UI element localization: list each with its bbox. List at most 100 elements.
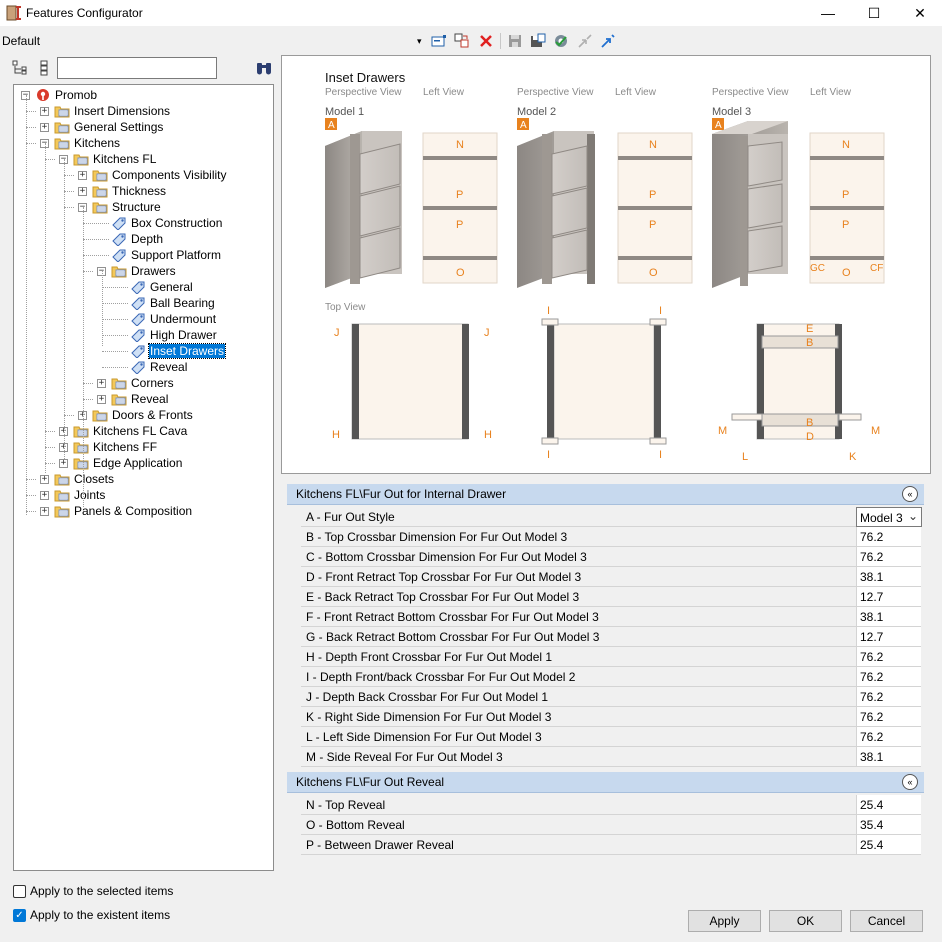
apply-selected-checkbox[interactable] [13,885,26,898]
expand-node-icon[interactable]: + [40,506,49,516]
apply-button[interactable]: Apply [688,910,761,932]
property-value[interactable]: 76.2 [856,527,921,546]
property-value[interactable]: 76.2 [856,727,921,746]
collapse-icon[interactable]: « [902,486,918,502]
transfer-icon[interactable] [452,31,472,51]
section-header[interactable]: Kitchens FL\Fur Out for Internal Drawer « [287,484,924,505]
expand-node-icon[interactable]: + [59,458,68,468]
property-value[interactable]: 38.1 [856,567,921,586]
find-icon[interactable] [255,60,273,79]
tree-item-joints[interactable]: + Joints [40,487,106,503]
maximize-button[interactable]: ☐ [851,0,897,26]
dim-p-1a: P [456,189,463,201]
expand-arrows-icon[interactable] [598,31,618,51]
expand-node-icon[interactable]: + [40,490,49,500]
new-icon[interactable] [429,31,449,51]
property-value[interactable]: 76.2 [856,707,921,726]
dim-j-right: J [484,327,490,339]
tree-item-drawers[interactable]: − Drawers [97,263,177,279]
tree-connector [26,95,27,515]
top-view-model-1: J J H H [332,323,492,441]
folder-icon [111,392,127,406]
tree-item-panels-composition[interactable]: + Panels & Composition [40,503,193,519]
tree-item-insert-dimensions[interactable]: + Insert Dimensions [40,103,171,119]
expand-node-icon[interactable]: + [40,106,49,116]
tree-item-high-drawer[interactable]: High Drawer [116,327,218,343]
tree-item-kitchens-fl[interactable]: − Kitchens FL [59,151,157,167]
tree-item-label: Doors & Fronts [112,408,193,422]
tree-item-general-settings[interactable]: + General Settings [40,119,164,135]
tree-item-label: Structure [112,200,161,214]
expand-node-icon[interactable]: + [78,186,87,196]
expand-node-icon[interactable]: + [40,474,49,484]
folder-icon [73,440,89,454]
tree-item-support-platform[interactable]: Support Platform [97,247,222,263]
left-view-label-3: Left View [810,87,852,98]
tree-item-edge-application[interactable]: + Edge Application [59,455,183,471]
fur-out-style-dropdown[interactable]: Model 3 ⌄ [856,507,922,527]
tree-item-kitchens-fl-cava[interactable]: + Kitchens FL Cava [59,423,188,439]
tree-connector [26,127,36,128]
expand-all-icon[interactable] [12,60,28,79]
property-value[interactable]: 38.1 [856,747,921,766]
delete-icon[interactable] [476,31,496,51]
tree-item-kitchens-ff[interactable]: + Kitchens FF [59,439,158,455]
expand-node-icon[interactable]: + [40,122,49,132]
property-name: G - Back Retract Bottom Crossbar For Fur… [306,630,600,644]
tree-item-components-visibility[interactable]: + Components Visibility [78,167,228,183]
search-input[interactable] [57,57,217,79]
save-icon[interactable] [505,31,525,51]
property-value[interactable]: 76.2 [856,647,921,666]
feature-tree[interactable]: − Promob + Insert Dimensions + General Settin… [13,84,274,871]
tree-item-closets[interactable]: + Closets [40,471,115,487]
apply-existent-checkbox[interactable]: ✓ [13,909,26,922]
tree-item-structure[interactable]: − Structure [78,199,162,215]
expand-node-icon[interactable]: + [78,170,87,180]
chevron-down-icon[interactable]: ▾ [417,36,422,47]
check-settings-icon[interactable] [551,31,571,51]
section-header[interactable]: Kitchens FL\Fur Out Reveal « [287,772,924,793]
collapse-arrows-icon[interactable] [575,31,595,51]
property-value[interactable]: 76.2 [856,547,921,566]
collapse-all-icon[interactable] [36,60,52,79]
tree-item-promob[interactable]: − Promob [21,87,98,103]
tag-icon [111,232,127,247]
property-value[interactable]: 38.1 [856,607,921,626]
folder-icon [92,200,108,214]
dim-p-3b: P [842,219,849,231]
tag-icon [130,280,146,295]
property-value[interactable]: 25.4 [856,835,921,854]
tree-item-undermount[interactable]: Undermount [116,311,217,327]
tree-item-reveal[interactable]: + Reveal [97,391,169,407]
tree-item-kitchens[interactable]: − Kitchens [40,135,121,151]
tree-item-corners[interactable]: + Corners [97,375,175,391]
tree-item-inset-drawers[interactable]: Inset Drawers [116,343,227,359]
save-as-icon[interactable] [528,31,548,51]
tree-item-box-construction[interactable]: Box Construction [97,215,223,231]
tree-connector [83,399,93,400]
tree-item-ball-bearing[interactable]: Ball Bearing [116,295,216,311]
tree-connector [45,447,55,448]
tree-item-doors-fronts[interactable]: + Doors & Fronts [78,407,194,423]
expand-node-icon[interactable]: + [97,378,106,388]
property-value[interactable]: 76.2 [856,687,921,706]
collapse-icon[interactable]: « [902,774,918,790]
tree-item-label: Joints [74,488,106,502]
property-value[interactable]: 76.2 [856,667,921,686]
ok-button[interactable]: OK [769,910,842,932]
property-value[interactable]: 12.7 [856,627,921,646]
property-value[interactable]: 25.4 [856,795,921,814]
close-button[interactable]: ✕ [897,0,942,26]
folder-icon [54,488,70,502]
property-name: N - Top Reveal [306,798,386,812]
profile-select[interactable]: Default [2,34,40,48]
property-value[interactable]: 35.4 [856,815,921,834]
tree-item-thickness[interactable]: + Thickness [78,183,167,199]
chevron-down-icon[interactable]: ⌄ [908,509,918,523]
dim-m-left: M [718,425,727,437]
property-name: H - Depth Front Crossbar For Fur Out Mod… [306,650,553,664]
expand-node-icon[interactable]: + [97,394,106,404]
cancel-button[interactable]: Cancel [850,910,923,932]
minimize-button[interactable]: — [805,0,851,26]
property-value[interactable]: 12.7 [856,587,921,606]
